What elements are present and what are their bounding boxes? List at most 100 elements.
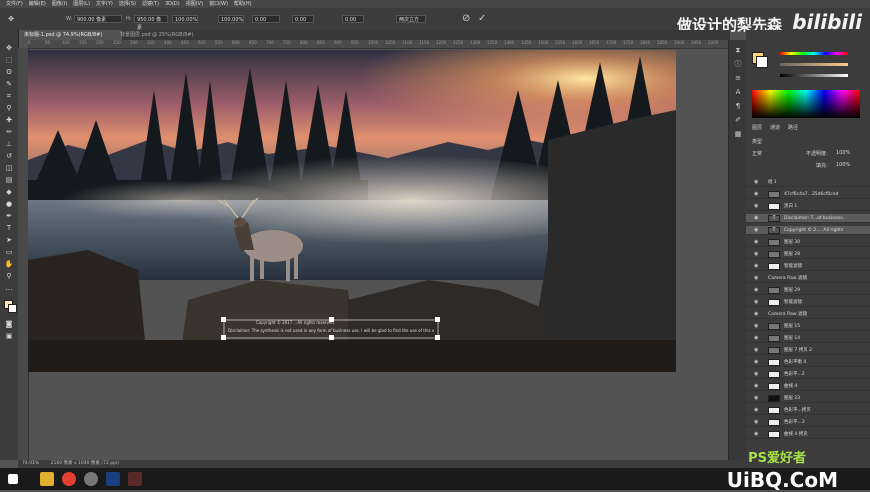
tab-layers[interactable]: 图层 [752,124,762,131]
menu-item[interactable]: 视图(V) [186,0,203,8]
visibility-eye-icon[interactable]: ◉ [754,418,758,427]
eraser-icon[interactable]: ◫ [4,164,14,172]
adjust-icon[interactable]: ≡ [733,74,743,82]
photoshop-icon[interactable] [106,472,120,486]
menu-item[interactable]: 滤镜(T) [142,0,159,8]
layer-row[interactable]: ◉ 图层 14 [746,334,870,343]
zoom-level[interactable]: 74.91% [22,461,39,466]
layer-row[interactable]: ◉ 智能滤镜 [746,298,870,307]
layer-row[interactable]: ◉ 图层 23 [746,394,870,403]
visibility-eye-icon[interactable]: ◉ [754,370,758,379]
blend-mode-select[interactable]: 正常 [752,150,762,157]
visibility-eye-icon[interactable]: ◉ [754,286,758,295]
layer-row[interactable]: ◉ 47cf6c4a7...35d6cf0ced [746,190,870,199]
menu-item[interactable]: 图像(I) [52,0,67,8]
info-icon[interactable]: ⓘ [733,60,743,68]
history-icon[interactable]: ⧗ [733,46,743,54]
blur-icon[interactable]: ◆ [4,188,14,196]
crop-icon[interactable]: ⌗ [4,92,14,100]
background-color-swatch[interactable] [8,304,17,313]
menu-item[interactable]: 编辑(E) [29,0,46,8]
layer-row[interactable]: ◉ 图层 30 [746,238,870,247]
quick-select-icon[interactable]: ✎ [4,80,14,88]
screen-mode-icon[interactable]: ▣ [4,332,14,340]
color-spectrum[interactable] [752,90,860,118]
move-tool-icon[interactable]: ✥ [6,15,16,23]
sat-slider[interactable] [780,63,848,66]
app-icon[interactable] [84,472,98,486]
layer-row[interactable]: ◉ T Disclaimer: T...of business, [746,214,870,223]
fill-value[interactable]: 100% [836,162,850,168]
layer-row[interactable]: ◉ 曲线 4 拷贝 [746,430,870,439]
visibility-eye-icon[interactable]: ◉ [754,226,758,235]
layer-row[interactable]: ◉ 组 1 [746,178,870,187]
h-skew-field[interactable]: 0.00 [292,15,314,23]
v-skew-field[interactable]: 0.00 [342,15,364,23]
layer-row[interactable]: ◉ 色彩平...2 [746,370,870,379]
angle-field[interactable]: 0.00 [252,15,280,23]
menu-item[interactable]: 选择(S) [119,0,136,8]
chrome-icon[interactable] [62,472,76,486]
menu-item[interactable]: 文件(F) [6,0,23,8]
gradient-icon[interactable]: ▤ [4,176,14,184]
zoom-icon[interactable]: ⚲ [4,272,14,280]
layer-row[interactable]: ◉ Camera Raw 滤镜 [746,274,870,283]
visibility-eye-icon[interactable]: ◉ [754,238,758,247]
menu-item[interactable]: 帮助(H) [234,0,252,8]
eyedropper-icon[interactable]: ⚲ [4,104,14,112]
pen-icon[interactable]: ✒ [4,212,14,220]
menu-item[interactable]: 文字(Y) [96,0,113,8]
layer-row[interactable]: ◉ 图层 7 拷贝 2 [746,346,870,355]
visibility-eye-icon[interactable]: ◉ [754,430,758,439]
scale-h-field[interactable]: 100.00% [218,15,244,23]
layer-row[interactable]: ◉ 图层 28 [746,250,870,259]
tab-paths[interactable]: 路径 [788,124,798,131]
char-icon[interactable]: A [733,88,743,96]
tab-document-1[interactable]: 未标题-1.psd @ 74.9%(RGB/8#) [18,30,122,40]
layer-row[interactable]: ◉ 色彩平...拷贝 [746,406,870,415]
scale-w-field[interactable]: 100.00% [172,15,198,23]
layer-row[interactable]: ◉ T Copyright © 2.... All rights [746,226,870,235]
hand-icon[interactable]: ✋ [4,260,14,268]
dodge-icon[interactable]: ● [4,200,14,208]
interpolation-select[interactable]: 两次立方 [396,15,426,23]
opacity-value[interactable]: 100% [836,150,850,156]
layer-row[interactable]: ◉ 色彩平衡 4 [746,358,870,367]
visibility-eye-icon[interactable]: ◉ [754,214,758,223]
kind-filter[interactable]: 类型 [752,138,762,145]
quick-mask-icon[interactable]: ◙ [4,320,14,328]
stamp-icon[interactable]: ⊥ [4,140,14,148]
bg-swatch[interactable] [756,56,768,68]
cancel-transform-icon[interactable]: ⊘ [462,13,470,24]
media-icon[interactable] [128,472,142,486]
visibility-eye-icon[interactable]: ◉ [754,394,758,403]
visibility-eye-icon[interactable]: ◉ [754,178,758,187]
type-icon[interactable]: T [4,224,14,232]
visibility-eye-icon[interactable]: ◉ [754,406,758,415]
height-field[interactable]: 950.00 像素 [134,15,168,31]
layer-row[interactable]: ◉ 图层 15 [746,322,870,331]
visibility-eye-icon[interactable]: ◉ [754,190,758,199]
layer-row[interactable]: ◉ 图层 29 [746,286,870,295]
visibility-eye-icon[interactable]: ◉ [754,274,758,283]
history-brush-icon[interactable]: ↺ [4,152,14,160]
layer-row[interactable]: ◉ 曲线 4 [746,382,870,391]
layer-row[interactable]: ◉ 黑白 1 [746,202,870,211]
commit-transform-icon[interactable]: ✓ [478,13,486,24]
path-select-icon[interactable]: ➤ [4,236,14,244]
brightness-slider[interactable] [780,74,848,77]
document-canvas[interactable]: Copyright © 2017 ...All rights reserved … [28,50,676,372]
brush-settings-icon[interactable]: ✐ [733,116,743,124]
move-icon[interactable]: ✥ [4,44,14,52]
visibility-eye-icon[interactable]: ◉ [754,250,758,259]
layer-row[interactable]: ◉ 色彩平...3 [746,418,870,427]
visibility-eye-icon[interactable]: ◉ [754,298,758,307]
layer-row[interactable]: ◉ Camera Raw 滤镜 [746,310,870,319]
start-icon[interactable] [8,474,18,484]
visibility-eye-icon[interactable]: ◉ [754,346,758,355]
explorer-icon[interactable] [40,472,54,486]
properties-icon[interactable]: ▦ [733,130,743,138]
visibility-eye-icon[interactable]: ◉ [754,322,758,331]
visibility-eye-icon[interactable]: ◉ [754,310,758,319]
healing-icon[interactable]: ✚ [4,116,14,124]
